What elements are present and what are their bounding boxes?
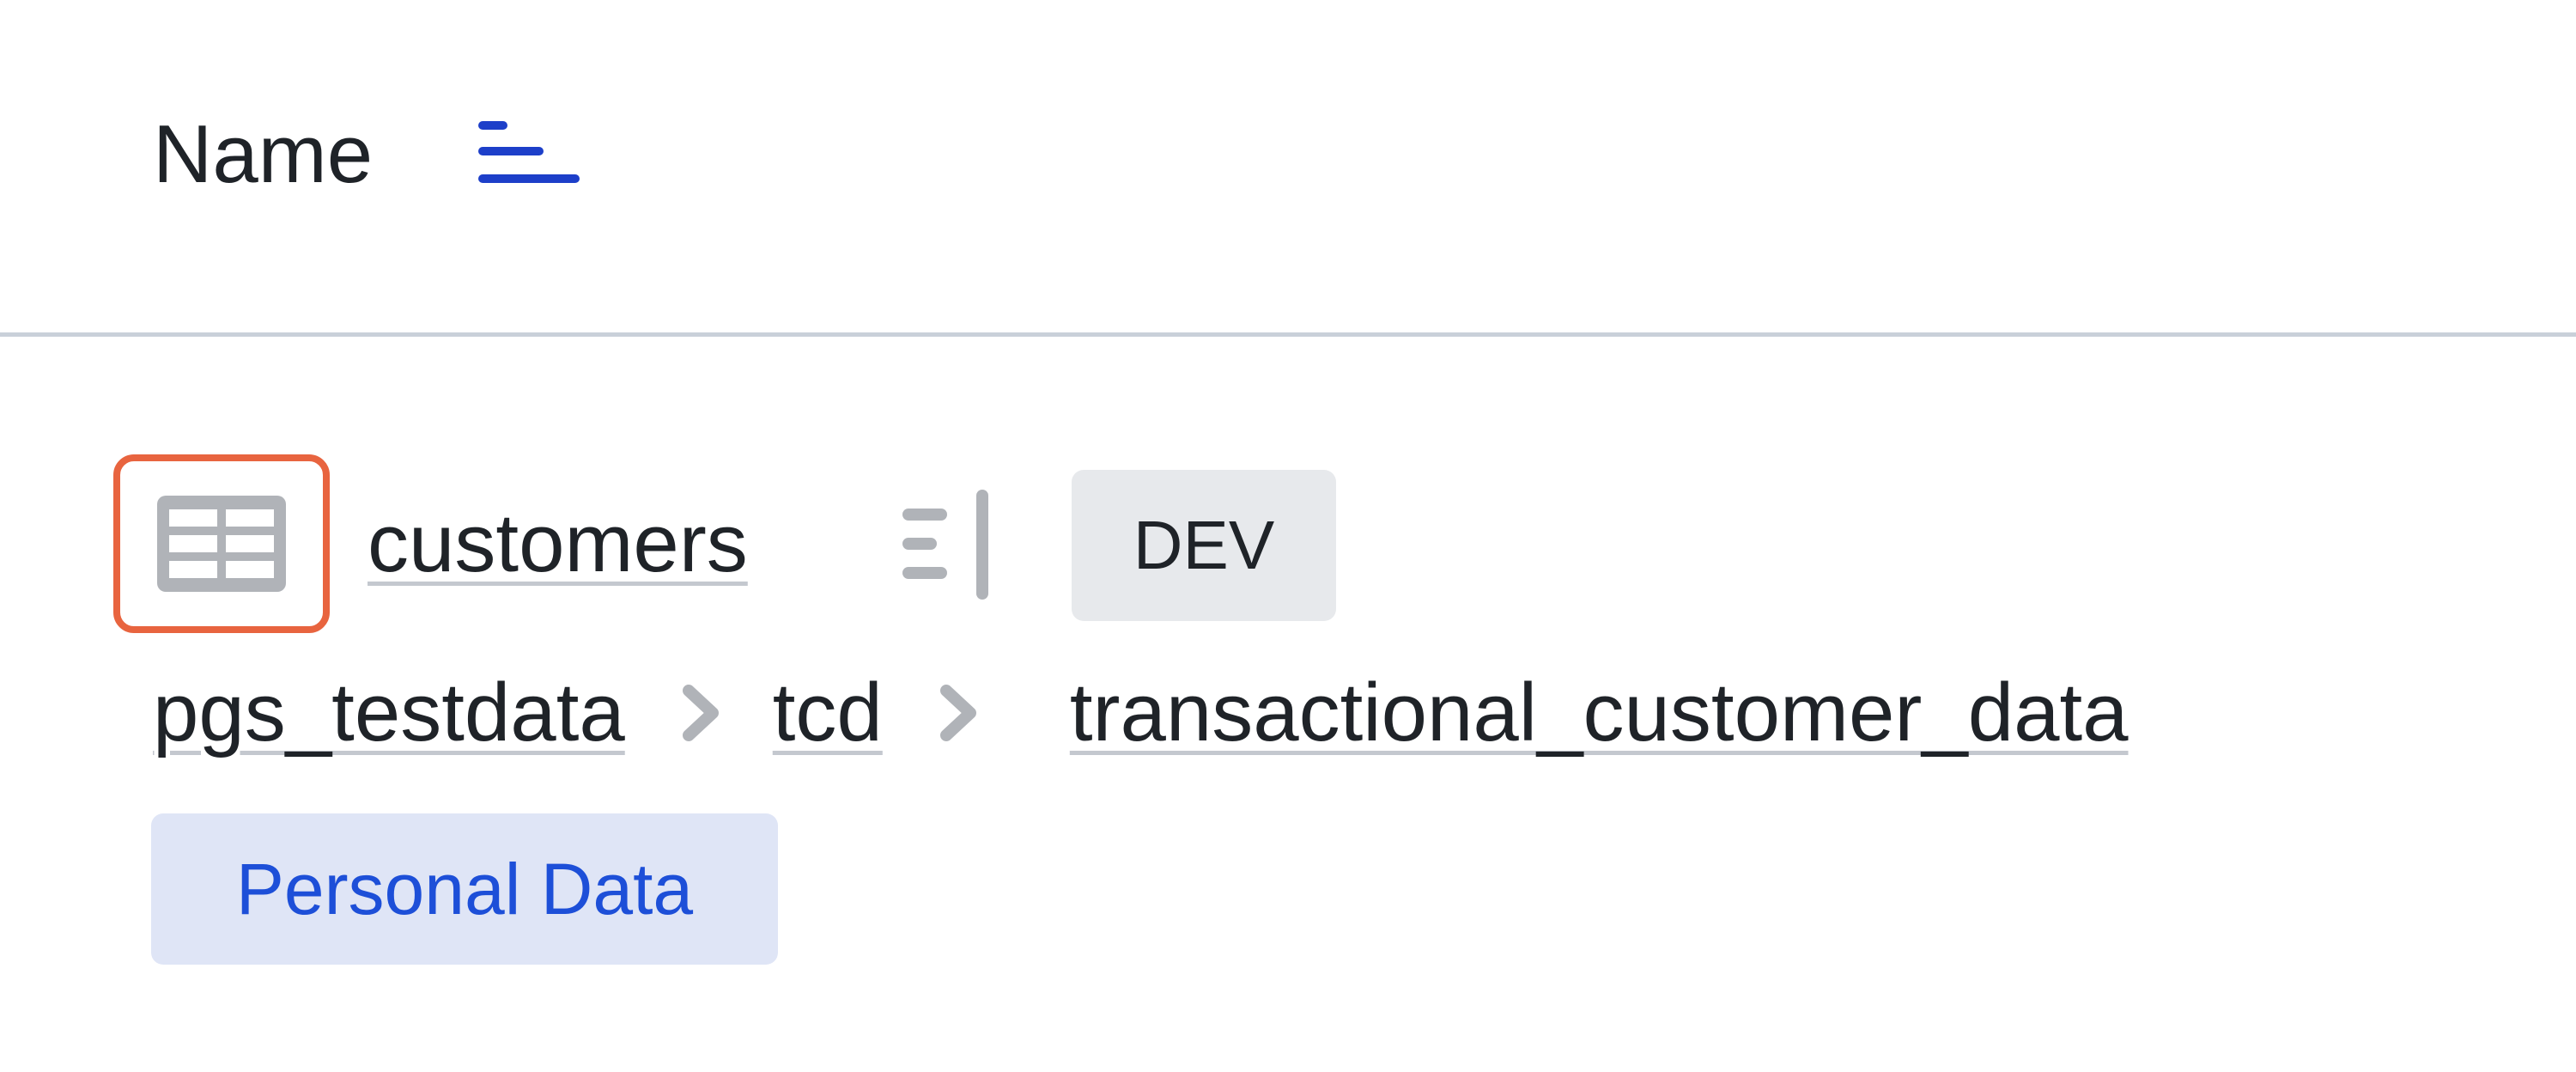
breadcrumb-item-database[interactable]: pgs_testdata	[153, 663, 625, 763]
chevron-right-icon	[682, 685, 719, 741]
name-column-header[interactable]: Name	[153, 105, 373, 204]
breadcrumb-item-data-product[interactable]: transactional_customer_data	[1070, 663, 2129, 763]
table-header: Name	[0, 0, 2576, 337]
table-icon	[157, 496, 286, 592]
breadcrumb: pgs_testdata tcd transactional_customer_…	[153, 657, 2129, 769]
breadcrumb-item-schema[interactable]: tcd	[773, 663, 883, 763]
table-row: customers DEV pgs_testdata tcd transacti…	[0, 341, 2576, 1072]
sort-descending-icon[interactable]	[477, 117, 580, 191]
table-type-button[interactable]	[113, 454, 330, 633]
personal-data-tag[interactable]: Personal Data	[151, 813, 778, 965]
entity-name-link[interactable]: customers	[368, 494, 748, 594]
environment-badge: DEV	[1072, 470, 1336, 621]
open-sidebar-icon[interactable]	[902, 489, 996, 600]
chevron-right-icon	[939, 685, 976, 741]
